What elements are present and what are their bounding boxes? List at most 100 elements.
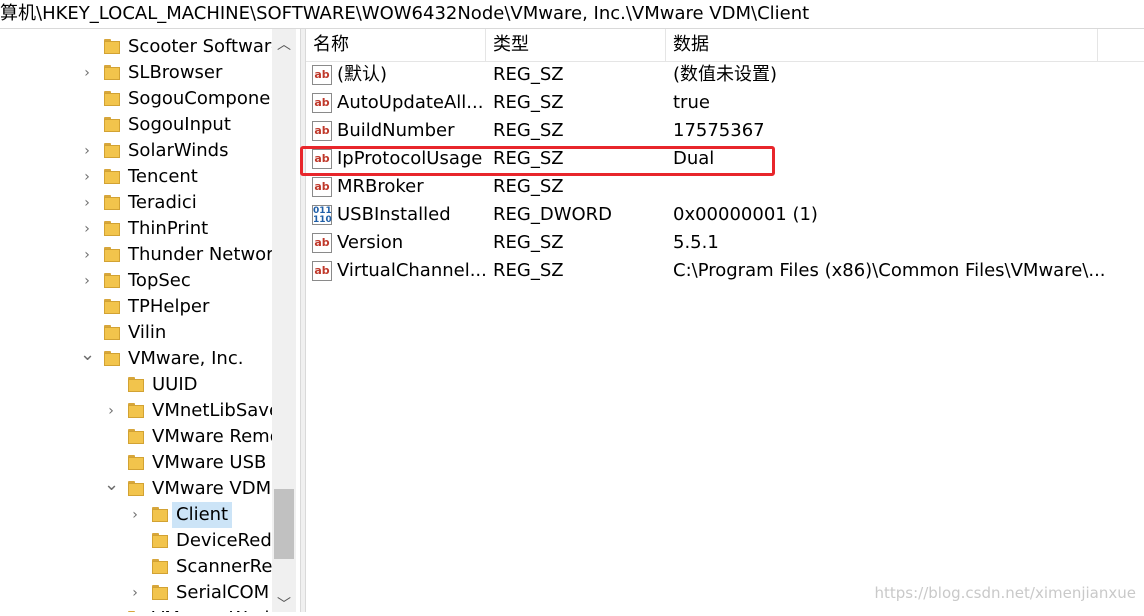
tree-item[interactable]: Scooter Software — [0, 34, 272, 60]
tree-item-label: TopSec — [128, 270, 191, 291]
tree-item[interactable]: › Thunder Networ — [0, 242, 272, 268]
value-name: Version — [337, 232, 404, 253]
column-header-type[interactable]: 类型 — [486, 29, 666, 61]
folder-icon — [104, 351, 120, 366]
tree-item-label: SLBrowser — [128, 62, 223, 83]
value-row[interactable]: ab BuildNumber REG_SZ 17575367 — [306, 117, 1144, 145]
value-row[interactable]: 011 110 USBInstalled REG_DWORD 0x00000001 (1… — [306, 201, 1144, 229]
tree-item-label: SolarWinds — [128, 140, 229, 161]
tree-item[interactable]: TPHelper — [0, 294, 272, 320]
string-value-icon: ab — [312, 261, 332, 281]
chevron-right-icon[interactable]: › — [80, 190, 94, 216]
address-path: 算机\HKEY_LOCAL_MACHINE\SOFTWARE\WOW6432No… — [0, 3, 810, 24]
value-row[interactable]: ab AutoUpdateAll... REG_SZ true — [306, 89, 1144, 117]
tree-item[interactable]: ⌄ VMware, Inc. — [0, 346, 272, 372]
value-row[interactable]: ab MRBroker REG_SZ — [306, 173, 1144, 201]
folder-icon — [152, 585, 168, 600]
folder-icon — [128, 429, 144, 444]
string-value-icon: ab — [312, 93, 332, 113]
scroll-up-icon[interactable]: ︿ — [272, 34, 296, 56]
column-header-data[interactable]: 数据 — [666, 29, 1098, 61]
chevron-right-icon[interactable]: › — [80, 216, 94, 242]
column-header-name[interactable]: 名称 — [306, 29, 486, 61]
folder-icon — [104, 143, 120, 158]
tree-item-label: TPHelper — [128, 296, 210, 317]
tree-item[interactable]: › SolarWinds — [0, 138, 272, 164]
value-data: 17575367 — [673, 120, 765, 141]
chevron-down-icon[interactable]: ⌄ — [80, 346, 95, 372]
folder-icon — [104, 273, 120, 288]
chevron-right-icon[interactable]: › — [128, 502, 142, 528]
tree-item-label: VMware USB — [152, 452, 267, 473]
tree-item-label: Scooter Software — [128, 36, 272, 57]
folder-icon — [104, 221, 120, 236]
chevron-right-icon[interactable]: › — [128, 580, 142, 606]
tree-item[interactable]: UUID — [0, 372, 272, 398]
registry-tree[interactable]: Scooter Software › SLBrowser SogouComponer S… — [0, 29, 272, 612]
folder-icon — [128, 403, 144, 418]
chevron-right-icon[interactable]: › — [80, 242, 94, 268]
tree-item[interactable]: ScannerRed — [0, 554, 272, 580]
chevron-right-icon[interactable]: › — [80, 138, 94, 164]
tree-item[interactable]: › SerialCOM — [0, 580, 272, 606]
tree-scrollbar[interactable]: ︿ ﹀ — [272, 29, 296, 613]
tree-item[interactable]: › Tencent — [0, 164, 272, 190]
tree-item[interactable]: › SLBrowser — [0, 60, 272, 86]
value-row[interactable]: ab (默认) REG_SZ (数值未设置) — [306, 61, 1144, 89]
value-type: REG_SZ — [493, 176, 564, 197]
chevron-right-icon[interactable]: › — [80, 60, 94, 86]
chevron-right-icon[interactable]: › — [80, 164, 94, 190]
tree-item-label: Thunder Networ — [128, 244, 272, 265]
tree-item[interactable]: › Client — [0, 502, 272, 528]
folder-icon — [104, 39, 120, 54]
tree-item[interactable]: VMware USB — [0, 450, 272, 476]
folder-icon — [128, 377, 144, 392]
tree-item[interactable]: SogouInput — [0, 112, 272, 138]
value-data: 5.5.1 — [673, 232, 719, 253]
tree-item[interactable]: SogouComponer — [0, 86, 272, 112]
value-data: C:\Program Files (x86)\Common Files\VMwa… — [673, 260, 1106, 281]
tree-item-label: VMware, Inc. — [128, 348, 244, 369]
value-type: REG_SZ — [493, 260, 564, 281]
value-name: (默认) — [337, 64, 388, 85]
value-type: REG_DWORD — [493, 204, 613, 225]
chevron-down-icon[interactable]: ⌄ — [104, 476, 119, 502]
value-data: Dual — [673, 148, 715, 169]
scrollbar-thumb[interactable] — [274, 489, 294, 559]
chevron-right-icon[interactable]: › — [80, 268, 94, 294]
value-type: REG_SZ — [493, 64, 564, 85]
folder-icon — [152, 533, 168, 548]
tree-item-label: SogouComponer — [128, 88, 272, 109]
tree-item[interactable]: › TopSec — [0, 268, 272, 294]
tree-item[interactable]: Vilin — [0, 320, 272, 346]
dword-value-icon: 011 110 — [312, 205, 332, 225]
scroll-down-icon[interactable]: ﹀ — [272, 594, 296, 616]
tree-item-label: VMware VDM — [152, 478, 272, 499]
tree-item[interactable]: › VMware Work — [0, 606, 272, 612]
tree-item[interactable]: › Teradici — [0, 190, 272, 216]
tree-item[interactable]: ⌄ VMware VDM — [0, 476, 272, 502]
tree-item[interactable]: VMware Remo — [0, 424, 272, 450]
chevron-right-icon[interactable]: › — [104, 398, 118, 424]
values-list: 名称 类型 数据 ab (默认) REG_SZ (数值未设置) ab AutoUpdate… — [306, 29, 1144, 612]
address-bar[interactable]: 算机\HKEY_LOCAL_MACHINE\SOFTWARE\WOW6432No… — [0, 0, 1144, 29]
value-name: IpProtocolUsage — [337, 148, 483, 169]
value-row[interactable]: ab Version REG_SZ 5.5.1 — [306, 229, 1144, 257]
string-value-icon: ab — [312, 121, 332, 141]
tree-item[interactable]: › VMnetLibSave — [0, 398, 272, 424]
value-name: MRBroker — [337, 176, 424, 197]
chevron-right-icon[interactable]: › — [104, 606, 118, 612]
tree-item-label: UUID — [152, 374, 198, 395]
tree-item[interactable]: › ThinPrint — [0, 216, 272, 242]
tree-item-label: VMware Remo — [152, 426, 272, 447]
value-row[interactable]: ab VirtualChannel... REG_SZ C:\Program File… — [306, 257, 1144, 285]
folder-icon — [104, 325, 120, 340]
folder-icon — [128, 481, 144, 496]
value-name: AutoUpdateAll... — [337, 92, 484, 113]
value-type: REG_SZ — [493, 120, 564, 141]
folder-icon — [104, 117, 120, 132]
tree-item[interactable]: DeviceRedi — [0, 528, 272, 554]
string-value-icon: ab — [312, 149, 332, 169]
value-name: BuildNumber — [337, 120, 455, 141]
value-row[interactable]: ab IpProtocolUsage REG_SZ Dual — [306, 145, 1144, 173]
